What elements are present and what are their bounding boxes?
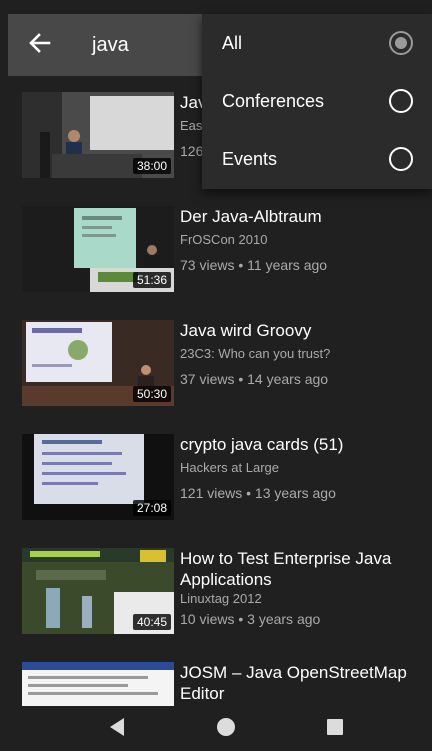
- video-thumbnail: [22, 662, 174, 706]
- video-duration: 38:00: [132, 158, 171, 174]
- video-thumbnail: 50:30: [22, 320, 174, 406]
- back-button[interactable]: [8, 14, 72, 76]
- video-channel: Linuxtag 2012: [180, 591, 262, 606]
- video-item[interactable]: JOSM – Java OpenStreetMap Editor: [0, 662, 432, 706]
- back-triangle-icon: [108, 717, 126, 742]
- video-channel: 23C3: Who can you trust?: [180, 346, 331, 361]
- video-channel: FrOSCon 2010: [180, 232, 268, 247]
- video-thumbnail: 38:00: [22, 92, 174, 178]
- video-thumbnail: 40:45: [22, 548, 174, 634]
- radio-unselected-icon[interactable]: [389, 89, 413, 113]
- arrow-left-icon: [29, 32, 51, 58]
- video-item[interactable]: 40:45 How to Test Enterprise Java Applic…: [0, 548, 432, 658]
- video-title: Java wird Groovy: [180, 321, 312, 340]
- video-stats: 10 views • 3 years ago: [180, 611, 321, 627]
- filter-option-label: Events: [222, 148, 278, 169]
- video-title: JOSM – Java OpenStreetMap Editor: [180, 663, 407, 703]
- video-stats: 73 views • 11 years ago: [180, 257, 328, 273]
- nav-home-button[interactable]: [213, 716, 239, 742]
- video-stats: 121 views • 13 years ago: [180, 485, 336, 501]
- radio-selected-icon[interactable]: [389, 31, 413, 55]
- home-circle-icon: [216, 717, 236, 742]
- filter-menu: All Conferences Events: [202, 14, 432, 189]
- filter-option-events[interactable]: Events: [202, 130, 432, 188]
- video-item[interactable]: 27:08 crypto java cards (51) Hackers at …: [0, 434, 432, 544]
- video-item[interactable]: 51:36 Der Java-Albtraum FrOSCon 2010 73 …: [0, 206, 432, 316]
- recents-square-icon: [326, 718, 344, 741]
- video-duration: 51:36: [132, 272, 171, 288]
- video-duration: 40:45: [132, 614, 171, 630]
- video-duration: 50:30: [132, 386, 171, 402]
- video-item[interactable]: 50:30 Java wird Groovy 23C3: Who can you…: [0, 320, 432, 430]
- video-thumbnail: 51:36: [22, 206, 174, 292]
- video-title: How to Test Enterprise Java Applications: [180, 549, 392, 589]
- video-thumbnail: 27:08: [22, 434, 174, 520]
- video-stats: 37 views • 14 years ago: [180, 371, 329, 387]
- filter-option-label: Conferences: [222, 90, 325, 111]
- video-channel: Hackers at Large: [180, 460, 279, 475]
- search-query[interactable]: java: [92, 34, 129, 57]
- radio-unselected-icon[interactable]: [389, 147, 413, 171]
- filter-option-all[interactable]: All: [202, 14, 432, 72]
- video-title: crypto java cards (51): [180, 435, 344, 454]
- filter-option-conferences[interactable]: Conferences: [202, 72, 432, 130]
- system-nav-bar: [0, 706, 432, 751]
- video-title: Der Java-Albtraum: [180, 207, 322, 226]
- filter-option-label: All: [222, 32, 243, 53]
- video-duration: 27:08: [132, 500, 171, 516]
- nav-back-button[interactable]: [104, 716, 130, 742]
- nav-recents-button[interactable]: [322, 716, 348, 742]
